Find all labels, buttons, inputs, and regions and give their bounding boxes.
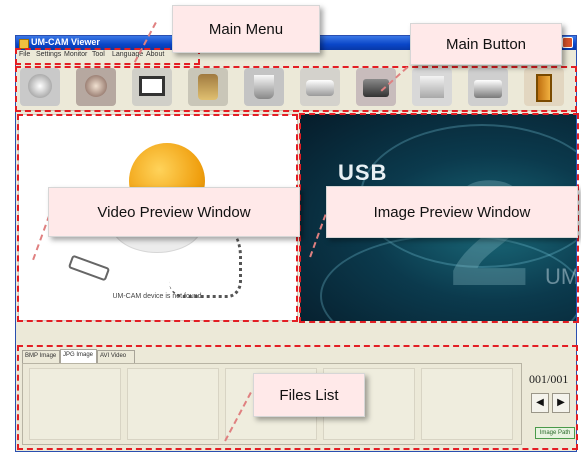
window-title: UM-CAM Viewer xyxy=(31,37,100,47)
main-button-callout: Main Button xyxy=(410,23,562,65)
main-button-highlight xyxy=(15,66,577,112)
image-preview-callout: Image Preview Window xyxy=(326,186,578,238)
video-preview-callout: Video Preview Window xyxy=(48,187,300,237)
main-menu-callout: Main Menu xyxy=(172,5,320,53)
close-button[interactable] xyxy=(562,37,573,48)
files-list-callout: Files List xyxy=(253,373,365,417)
